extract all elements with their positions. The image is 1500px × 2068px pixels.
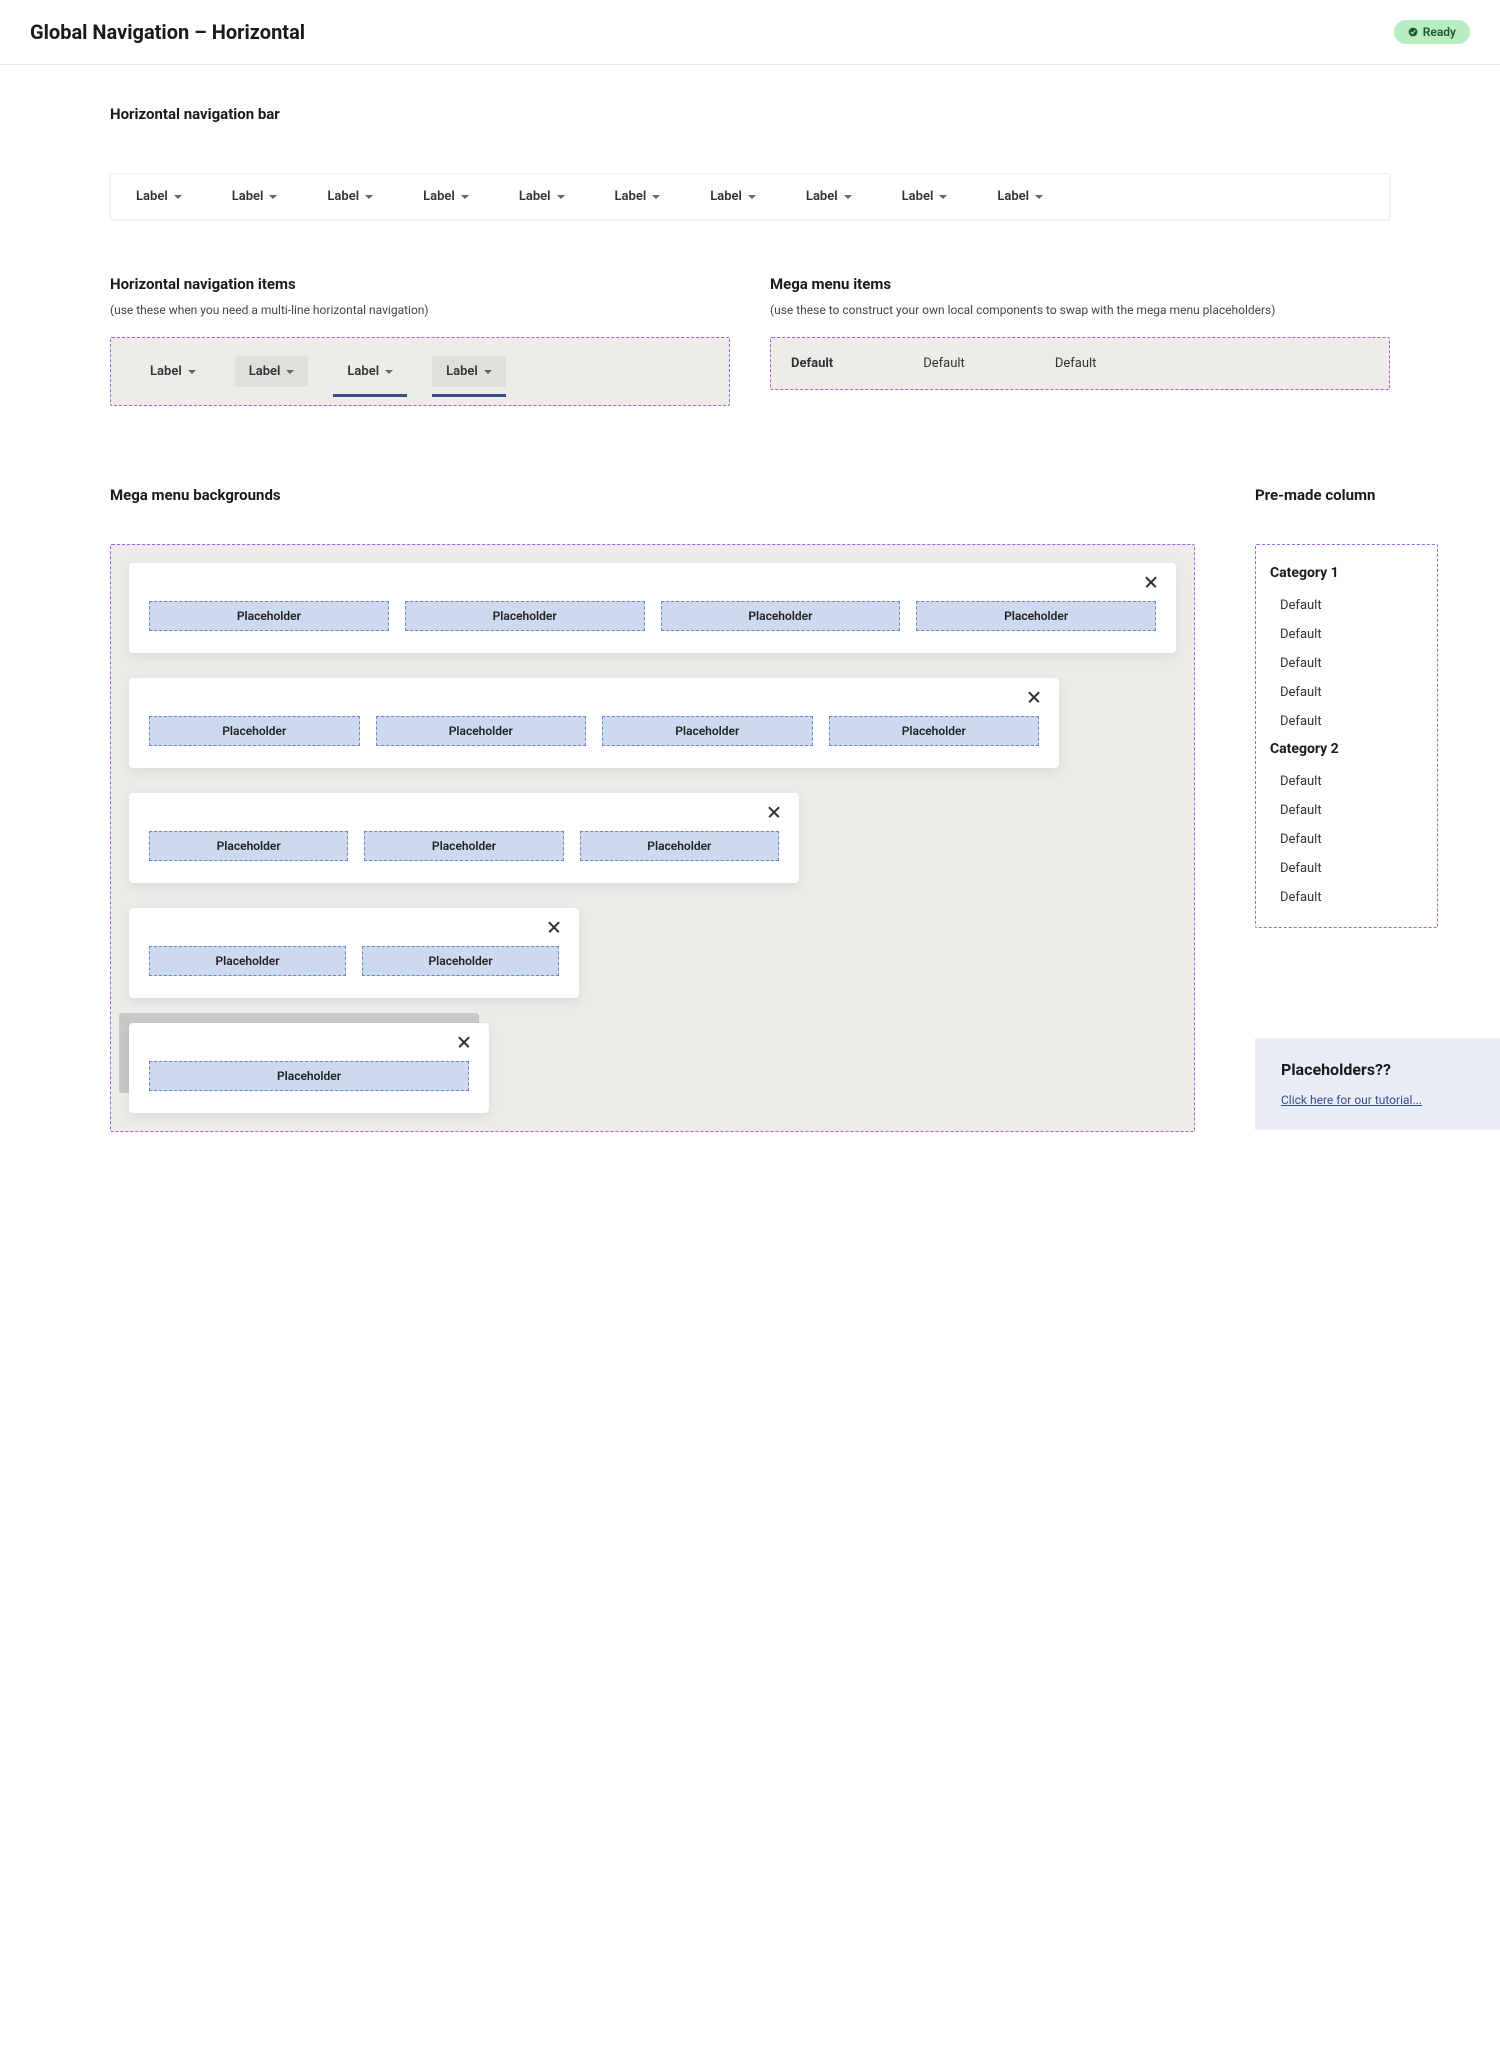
placeholder-slot[interactable]: Placeholder [661, 601, 901, 631]
placeholder-slot[interactable]: Placeholder [149, 946, 346, 976]
caret-down-icon [286, 370, 294, 374]
nav-item[interactable]: Label [806, 189, 852, 204]
section-subheading: (use these to construct your own local c… [770, 303, 1390, 317]
placeholder-slot[interactable]: Placeholder [149, 716, 360, 746]
close-icon[interactable] [767, 805, 781, 819]
tutorial-link[interactable]: Click here for our tutorial... [1281, 1093, 1422, 1107]
nav-item[interactable]: Label [327, 189, 373, 204]
close-icon[interactable] [1027, 690, 1041, 704]
caret-down-icon [174, 195, 182, 199]
section-mega-bg: Mega menu backgrounds Placeholder Placeh… [110, 486, 1195, 1132]
mega-bg-panel-3: Placeholder Placeholder Placeholder [129, 793, 799, 883]
caret-down-icon [844, 195, 852, 199]
mega-item-bold[interactable]: Default [791, 356, 833, 371]
nav-item[interactable]: Label [232, 189, 278, 204]
section-subheading: (use these when you need a multi-line ho… [110, 303, 730, 317]
caret-down-icon [939, 195, 947, 199]
section-heading: Mega menu items [770, 275, 1390, 293]
placeholder-slot[interactable]: Placeholder [149, 831, 348, 861]
nav-item[interactable]: Label [423, 189, 469, 204]
horizontal-navbar: Label Label Label Label Label Label Labe… [110, 173, 1390, 220]
category-title: Category 1 [1270, 565, 1423, 581]
promo-title: Placeholders?? [1281, 1060, 1479, 1079]
list-item[interactable]: Default [1270, 649, 1423, 678]
placeholder-slot[interactable]: Placeholder [580, 831, 779, 861]
mega-bg-panel-2: Placeholder Placeholder [129, 908, 579, 998]
placeholder-slot[interactable]: Placeholder [829, 716, 1040, 746]
hnav-items-variants: Label Label Label Label [110, 337, 730, 406]
section-heading: Horizontal navigation items [110, 275, 730, 293]
status-text: Ready [1423, 25, 1456, 39]
list-item[interactable]: Default [1270, 854, 1423, 883]
caret-down-icon [652, 195, 660, 199]
mega-bg-panel-1: Placeholder [129, 1023, 489, 1113]
premade-column-component: Category 1 Default Default Default Defau… [1255, 544, 1438, 928]
list-item[interactable]: Default [1270, 796, 1423, 825]
section-heading: Mega menu backgrounds [110, 486, 1195, 504]
section-hnav-items: Horizontal navigation items (use these w… [110, 275, 730, 406]
placeholder-slot[interactable]: Placeholder [916, 601, 1156, 631]
caret-down-icon [188, 370, 196, 374]
close-icon[interactable] [547, 920, 561, 934]
list-item[interactable]: Default [1270, 707, 1423, 736]
mega-bg-variants: Placeholder Placeholder Placeholder Plac… [110, 544, 1195, 1132]
mega-bg-panel-4: Placeholder Placeholder Placeholder Plac… [129, 678, 1059, 768]
status-badge: Ready [1394, 20, 1470, 44]
caret-down-icon [461, 195, 469, 199]
list-item[interactable]: Default [1270, 678, 1423, 707]
nav-item-default[interactable]: Label [136, 356, 210, 387]
placeholder-slot[interactable]: Placeholder [362, 946, 559, 976]
tutorial-promo: Placeholders?? Click here for our tutori… [1255, 1038, 1500, 1130]
caret-down-icon [365, 195, 373, 199]
nav-item-selected[interactable]: Label [333, 356, 407, 387]
section-heading: Pre-made column [1255, 486, 1500, 504]
list-item[interactable]: Default [1270, 591, 1423, 620]
mega-items-variants: Default Default Default [770, 337, 1390, 390]
placeholder-slot[interactable]: Placeholder [149, 1061, 469, 1091]
nav-item[interactable]: Label [997, 189, 1043, 204]
page-title: Global Navigation – Horizontal [30, 20, 305, 44]
close-icon[interactable] [1144, 575, 1158, 589]
caret-down-icon [557, 195, 565, 199]
caret-down-icon [269, 195, 277, 199]
nav-item[interactable]: Label [136, 189, 182, 204]
caret-down-icon [748, 195, 756, 199]
placeholder-slot[interactable]: Placeholder [405, 601, 645, 631]
category-title: Category 2 [1270, 741, 1423, 757]
close-icon[interactable] [457, 1035, 471, 1049]
nav-item[interactable]: Label [615, 189, 661, 204]
nav-item[interactable]: Label [519, 189, 565, 204]
mega-item[interactable]: Default [1055, 356, 1097, 371]
list-item[interactable]: Default [1270, 883, 1423, 912]
caret-down-icon [385, 370, 393, 374]
list-item[interactable]: Default [1270, 825, 1423, 854]
placeholder-slot[interactable]: Placeholder [149, 601, 389, 631]
section-heading: Horizontal navigation bar [110, 105, 1390, 123]
mega-bg-panel-5: Placeholder Placeholder Placeholder Plac… [129, 563, 1176, 653]
placeholder-slot[interactable]: Placeholder [376, 716, 587, 746]
section-premade-column: Pre-made column Category 1 Default Defau… [1255, 486, 1500, 928]
section-mega-items: Mega menu items (use these to construct … [770, 275, 1390, 406]
check-circle-icon [1408, 27, 1418, 37]
nav-item-selected-hover[interactable]: Label [432, 356, 506, 387]
section-navbar: Horizontal navigation bar Label Label La… [110, 105, 1390, 220]
mega-item[interactable]: Default [923, 356, 965, 371]
placeholder-slot[interactable]: Placeholder [602, 716, 813, 746]
list-item[interactable]: Default [1270, 767, 1423, 796]
caret-down-icon [484, 370, 492, 374]
list-item[interactable]: Default [1270, 620, 1423, 649]
nav-item[interactable]: Label [710, 189, 756, 204]
nav-item-hover[interactable]: Label [235, 356, 309, 387]
caret-down-icon [1035, 195, 1043, 199]
nav-item[interactable]: Label [902, 189, 948, 204]
placeholder-slot[interactable]: Placeholder [364, 831, 563, 861]
